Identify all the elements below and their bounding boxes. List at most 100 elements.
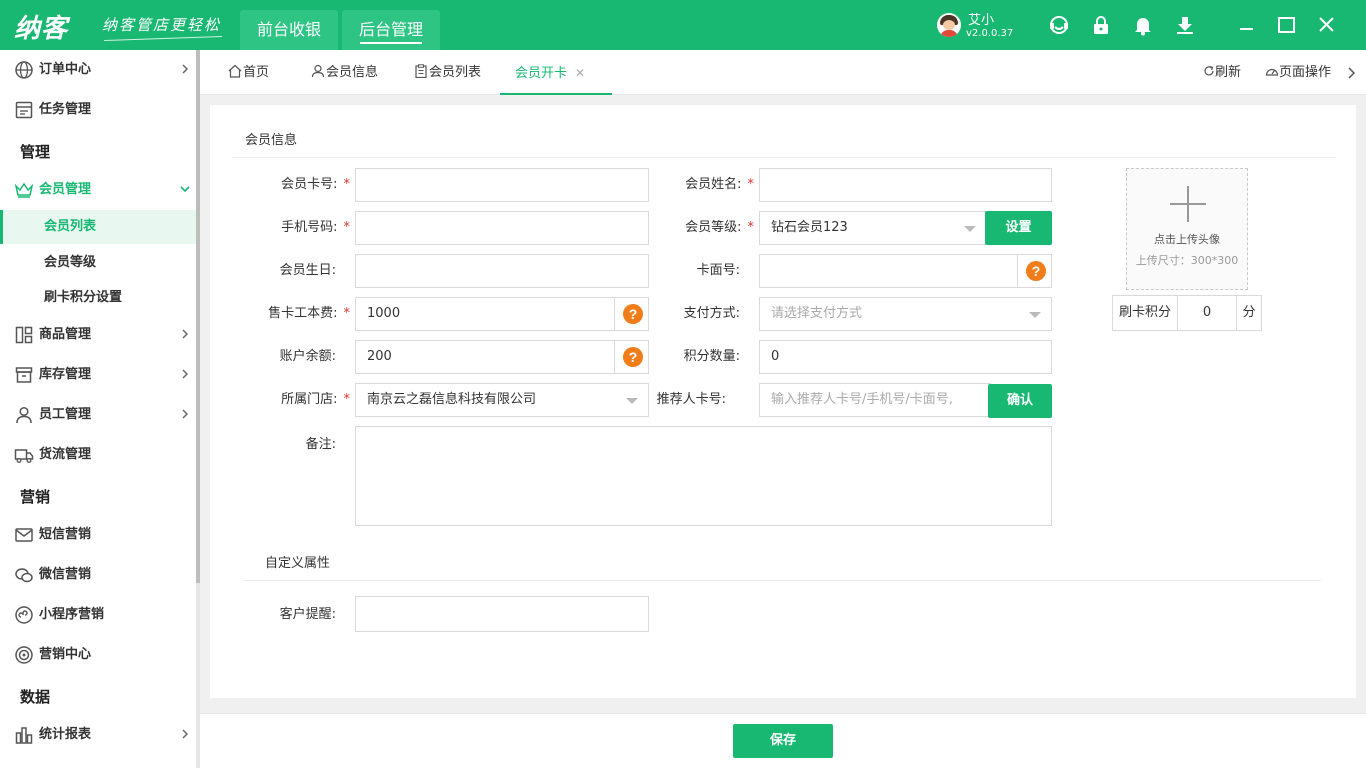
balance-label: 账户余额: [220,340,350,374]
sidebar-section-marketing: 营销 [20,488,51,506]
sidebar-item-label: 小程序营销 [39,607,105,622]
sidebar-item-wechat-marketing[interactable]: 微信营销 [0,555,196,595]
question-icon: ? [1026,261,1046,281]
label-text: 会员生日: [279,263,336,278]
scrollbar-thumb[interactable] [196,50,200,583]
referrer-input[interactable]: 输入推荐人卡号/手机号/卡面号, [759,383,991,417]
tab-backend-management[interactable]: 后台管理 [342,10,440,50]
points-input[interactable]: 0 [759,340,1052,374]
lock-icon[interactable] [1090,14,1112,36]
remark-textarea[interactable] [355,426,1052,526]
card-number-label: 会员卡号: * [220,168,350,202]
download-icon[interactable] [1174,14,1196,36]
save-button[interactable]: 保存 [733,724,833,758]
card-face-label: 卡面号: [624,254,754,288]
user-icon [311,64,325,78]
tab-label: 后台管理 [358,20,423,39]
chevron-right-icon [182,64,189,74]
avatar-upload[interactable]: 点击上传头像 上传尺寸：300*300 [1126,168,1248,290]
birthday-input[interactable] [355,254,649,288]
label-text: 会员卡号: [281,177,338,192]
store-select[interactable]: 南京云之磊信息科技有限公司 [355,383,649,417]
sidebar-item-order-center[interactable]: 订单中心 [0,50,196,90]
clipboard-icon [415,64,427,78]
required-mark: * [747,220,755,235]
active-tab-underline [360,42,422,44]
page-operations-button[interactable]: 页面操作 [1265,50,1331,95]
section-divider [244,580,1321,581]
payment-method-select[interactable]: 请选择支付方式 [759,297,1052,331]
tab-label: 首页 [243,65,270,80]
sidebar-scrollbar[interactable] [196,50,200,768]
tab-close-icon[interactable]: ✕ [575,66,585,80]
help-button[interactable]: ? [1017,254,1051,288]
sidebar-item-label: 任务管理 [39,102,92,117]
member-name-input[interactable] [759,168,1052,202]
label-text: 所属门店: [281,392,338,407]
tab-member-open-card[interactable]: 会员开卡 ✕ [500,50,612,95]
label-text: 账户余额: [279,349,336,364]
sidebar-item-logistics[interactable]: 货流管理 [0,435,196,475]
tab-front-cashier[interactable]: 前台收银 [240,10,338,50]
sidebar-item-marketing-center[interactable]: 营销中心 [0,635,196,675]
sidebar-item-sms-marketing[interactable]: 短信营销 [0,515,196,555]
inventory-icon [15,367,33,383]
label-text: 支付方式: [683,306,740,321]
chevron-right-icon[interactable] [1346,67,1356,79]
label-text: 备注: [305,437,336,452]
truck-icon [14,449,34,463]
home-icon [228,64,242,78]
label-text: 售卡工本费: [268,306,338,321]
balance-input[interactable]: 200 ? [355,340,649,374]
required-mark: * [343,306,351,321]
minimize-icon[interactable] [1236,14,1258,36]
card-fee-input[interactable]: 1000 ? [355,297,649,331]
maximize-icon[interactable] [1276,14,1298,36]
reminder-label: 客户提醒: [220,598,350,632]
referrer-confirm-button[interactable]: 确认 [988,384,1052,418]
support-icon[interactable] [1048,14,1070,36]
sidebar-item-miniapp-marketing[interactable]: 小程序营销 [0,595,196,635]
sidebar-item-label: 微信营销 [39,567,92,582]
sidebar-item-label: 员工管理 [39,407,92,422]
avatar[interactable] [937,13,961,37]
close-icon[interactable] [1316,14,1338,36]
sidebar-section-data: 数据 [20,688,51,706]
app-version: v2.0.0.37 [966,28,1014,39]
slogan-underline [104,35,222,42]
tab-member-list[interactable]: 会员列表 [414,50,481,95]
card-face-input[interactable]: ? [759,254,1052,288]
sidebar-item-label: 库存管理 [39,367,92,382]
chevron-right-icon [182,409,189,419]
swipe-points-input[interactable]: 0 [1177,295,1237,331]
tab-member-info[interactable]: 会员信息 [311,50,378,95]
refresh-label: 刷新 [1215,65,1242,80]
sidebar-item-task[interactable]: 任务管理 [0,90,196,130]
sidebar-item-goods[interactable]: 商品管理 [0,315,196,355]
label-text: 客户提醒: [279,607,336,622]
member-level-select[interactable]: 钻石会员123 [759,211,987,245]
tab-home[interactable]: 首页 [228,50,269,95]
card-number-input[interactable] [355,168,649,202]
section-title-custom-attributes: 自定义属性 [265,556,331,571]
top-bar: 纳客 纳客管店更轻松 前台收银 后台管理 艾小 v2.0.0.37 [0,0,1366,50]
phone-input[interactable] [355,211,649,245]
sidebar-item-staff[interactable]: 员工管理 [0,395,196,435]
sidebar-subitem-member-list[interactable]: 会员列表 [0,210,196,244]
sidebar-subitem-swipe-points[interactable]: 刷卡积分设置 [0,281,196,315]
person-icon [16,406,32,424]
refresh-button[interactable]: 刷新 [1203,50,1241,95]
chevron-right-icon [182,329,189,339]
sidebar-item-reports[interactable]: 统计报表 [0,715,196,755]
page-operations-label: 页面操作 [1279,65,1332,80]
sidebar-item-member-management[interactable]: 会员管理 [0,170,196,210]
input-value: 1000 [367,306,401,321]
sidebar-item-inventory[interactable]: 库存管理 [0,355,196,395]
level-settings-button[interactable]: 设置 [985,211,1052,245]
bell-icon[interactable] [1132,14,1154,36]
refresh-icon [1204,65,1214,76]
reminder-input[interactable] [355,596,649,632]
user-name[interactable]: 艾小 [968,9,994,28]
sidebar-subitem-member-level[interactable]: 会员等级 [0,246,196,280]
goods-icon [15,326,33,344]
